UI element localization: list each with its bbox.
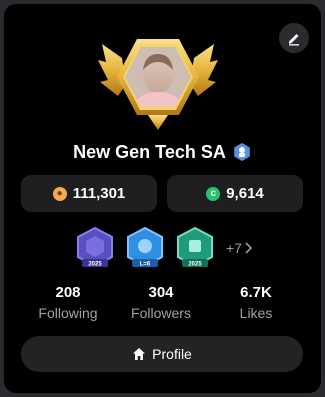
edit-button[interactable] — [279, 23, 309, 53]
gem-icon: c — [206, 186, 221, 201]
stat-followers[interactable]: 304 Followers — [116, 284, 206, 321]
stat-label: Following — [38, 305, 98, 321]
stat-label: Followers — [131, 305, 191, 321]
coin-icon: ● — [52, 186, 67, 201]
stat-following[interactable]: 208 Following — [23, 284, 113, 321]
stats-row: 208 Following 304 Followers 6.7K Likes — [4, 284, 321, 324]
more-badges-button[interactable]: +7 — [226, 240, 254, 256]
coins-value: 111,301 — [72, 185, 126, 202]
avatar-frame[interactable] — [96, 30, 220, 138]
stat-value: 304 — [148, 284, 174, 301]
stat-likes[interactable]: 6.7K Likes — [211, 284, 301, 321]
badge-2-label: L=6 — [140, 262, 151, 268]
verified-icon — [234, 143, 250, 161]
name-row: New Gen Tech SA — [4, 138, 321, 166]
more-badges-count: +7 — [226, 240, 242, 256]
avatar — [98, 39, 218, 130]
profile-card: New Gen Tech SA ● 111,301 c 9,614 2025 L… — [4, 4, 321, 393]
coins-button[interactable]: ● 111,301 — [21, 175, 157, 212]
profile-button[interactable]: Profile — [21, 336, 303, 372]
badge-2[interactable]: L=6 — [124, 226, 166, 270]
gems-button[interactable]: c 9,614 — [167, 175, 303, 212]
stat-label: Likes — [239, 305, 273, 321]
badge-1[interactable]: 2025 — [74, 226, 116, 270]
profile-button-label: Profile — [152, 346, 192, 362]
home-icon — [133, 348, 146, 360]
stat-value: 208 — [55, 284, 81, 301]
gems-value: 9,614 — [226, 185, 264, 202]
chevron-right-icon — [245, 242, 253, 254]
badges-row: 2025 L=6 2025 +7 — [74, 226, 254, 270]
badge-3-label: 2025 — [188, 262, 202, 268]
profile-name: New Gen Tech SA — [73, 141, 226, 162]
badge-3[interactable]: 2025 — [174, 226, 216, 270]
stat-value: 6.7K — [240, 284, 272, 301]
badge-1-label: 2025 — [88, 262, 102, 268]
edit-icon — [289, 34, 299, 46]
